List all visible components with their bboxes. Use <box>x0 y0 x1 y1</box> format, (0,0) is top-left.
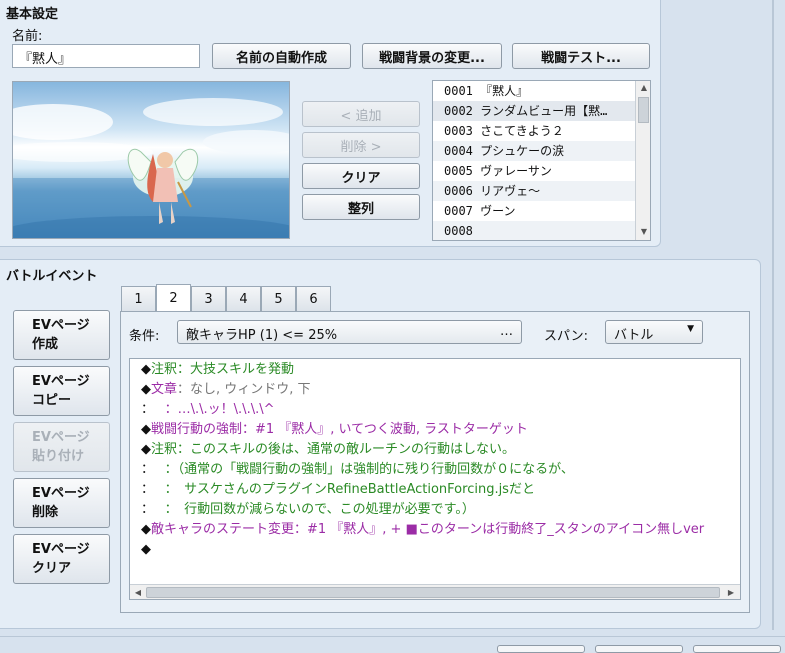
ev-page-button-line2: クリア <box>32 561 72 576</box>
battle-preview-image <box>12 81 290 239</box>
command-prefix: ◆ <box>141 422 151 437</box>
command-args: ：なし, ウィンドウ, 下 <box>177 382 311 397</box>
scroll-down-icon[interactable]: ▼ <box>636 227 650 236</box>
enemy-list-item[interactable]: 0006 リアヴェ～ <box>433 181 635 201</box>
hscroll-thumb[interactable] <box>146 587 720 598</box>
enemy-list-item[interactable]: 0002 ランダムビュー用【黙… <box>433 101 635 121</box>
tab-page-3[interactable]: 3 <box>191 286 226 311</box>
command-line[interactable]: ◆注釈：このスキルの後は、通常の敵ルーチンの行動はしない。 <box>130 440 740 460</box>
ev-page-button-line1: EVページ <box>32 486 90 501</box>
command-line[interactable]: ◆ <box>130 540 740 560</box>
command-prefix: ◆ <box>141 382 151 397</box>
tab-page-4[interactable]: 4 <box>226 286 261 311</box>
battle-scene-art <box>13 98 289 238</box>
scroll-thumb[interactable] <box>638 97 649 123</box>
ev-page-button-3[interactable]: EVページ削除 <box>13 478 110 528</box>
command-prefix: ◆ <box>141 542 151 557</box>
command-text: ：…\.\.ッ！\.\.\.\^ <box>147 402 275 417</box>
enemy-list-item[interactable]: 0005 ヴァレーサン <box>433 161 635 181</box>
command-list-hscrollbar[interactable]: ◀ ▶ <box>130 584 740 599</box>
tab-page-5[interactable]: 5 <box>261 286 296 311</box>
command-line[interactable]: ： ： サスケさんのプラグインRefineBattleActionForcing… <box>130 480 740 500</box>
ev-page-button-line1: EVページ <box>32 374 90 389</box>
ev-page-button-line1: EVページ <box>32 318 90 333</box>
command-text: ： サスケさんのプラグインRefineBattleActionForcing.j… <box>147 482 535 497</box>
tab-page-1[interactable]: 1 <box>121 286 156 311</box>
window-edge <box>772 0 774 630</box>
command-text: ：（通常の「戦闘行動の強制」は強制的に残り行動回数が０になるが、 <box>147 462 574 477</box>
scroll-up-icon[interactable]: ▲ <box>636 83 650 92</box>
add-enemy-button[interactable]: < 追加 <box>302 101 420 127</box>
command-prefix: ◆ <box>141 442 151 457</box>
ev-page-button-4[interactable]: EVページクリア <box>13 534 110 584</box>
command-text: 敵キャラのステート変更：#1 『黙人』, + ■このターンは行動終了_スタンのア… <box>151 522 705 537</box>
command-text: 注釈：このスキルの後は、通常の敵ルーチンの行動はしない。 <box>151 442 516 457</box>
tab-page-6[interactable]: 6 <box>296 286 331 311</box>
enemy-list-item[interactable]: 0008 <box>433 221 635 240</box>
bottom-button-stub-1[interactable] <box>497 645 585 653</box>
ev-page-button-2[interactable]: EVページ貼り付け <box>13 422 110 472</box>
command-line[interactable]: ◆注釈：大技スキルを発動 <box>130 360 740 380</box>
name-label: 名前: <box>12 29 43 44</box>
command-line[interactable]: ： ：…\.\.ッ！\.\.\.\^ <box>130 400 740 420</box>
span-value: バトル <box>614 328 654 343</box>
name-field[interactable]: 『黙人』 <box>12 44 200 68</box>
ev-page-button-line1: EVページ <box>32 430 90 445</box>
condition-value: 敵キャラHP (1) <= 25% <box>186 328 338 343</box>
command-line[interactable]: ◆敵キャラのステート変更：#1 『黙人』, + ■このターンは行動終了_スタンの… <box>130 520 740 540</box>
sort-button[interactable]: 整列 <box>302 194 420 220</box>
bottom-button-stub-2[interactable] <box>595 645 683 653</box>
auto-name-button[interactable]: 名前の自動作成 <box>212 43 351 69</box>
bottom-divider <box>0 636 785 637</box>
command-text: 注釈：大技スキルを発動 <box>151 362 295 377</box>
event-command-list[interactable]: ◆注釈：大技スキルを発動 ◆文章：なし, ウィンドウ, 下： ：…\.\.ッ！\.… <box>129 358 741 600</box>
scroll-left-icon[interactable]: ◀ <box>133 588 143 597</box>
page-tabs: 123456 <box>121 284 331 311</box>
battle-test-button[interactable]: 戦闘テスト... <box>512 43 650 69</box>
command-text: 文章 <box>151 382 178 397</box>
command-line[interactable]: ◆文章：なし, ウィンドウ, 下 <box>130 380 740 400</box>
enemy-list-item[interactable]: 0007 ヴーン <box>433 201 635 221</box>
span-label: スパン: <box>544 329 589 344</box>
command-text: 戦闘行動の強制：#1 『黙人』, いてつく波動, ラストターゲット <box>151 422 528 437</box>
tab-page-2[interactable]: 2 <box>156 284 191 311</box>
span-select[interactable]: バトル ▼ <box>605 320 703 344</box>
ev-page-button-line2: 作成 <box>32 337 59 352</box>
enemy-list-scrollbar[interactable]: ▲ ▼ <box>635 81 650 240</box>
ev-page-button-line2: 削除 <box>32 505 59 520</box>
basic-settings-title: 基本設定 <box>6 7 59 22</box>
ev-page-button-1[interactable]: EVページコピー <box>13 366 110 416</box>
command-text: ： 行動回数が減らないので、この処理が必要です。） <box>147 502 475 517</box>
ev-page-button-line2: 貼り付け <box>32 449 85 464</box>
enemy-list-item[interactable]: 0004 プシュケーの涙 <box>433 141 635 161</box>
command-line[interactable]: ： ： 行動回数が減らないので、この処理が必要です。） <box>130 500 740 520</box>
command-line[interactable]: ◆戦闘行動の強制：#1 『黙人』, いてつく波動, ラストターゲット <box>130 420 740 440</box>
condition-label: 条件: <box>129 329 160 344</box>
enemy-list[interactable]: 0001 『黙人』 0002 ランダムビュー用【黙… 0003 さこてきよう２ 000… <box>432 80 651 241</box>
bottom-button-stub-3[interactable] <box>693 645 781 653</box>
chevron-down-icon: ▼ <box>687 324 694 334</box>
clear-button[interactable]: クリア <box>302 163 420 189</box>
scroll-right-icon[interactable]: ▶ <box>726 588 736 597</box>
condition-more-icon[interactable]: … <box>500 324 513 339</box>
command-prefix: ◆ <box>141 522 151 537</box>
remove-enemy-button[interactable]: 削除 > <box>302 132 420 158</box>
command-prefix: ◆ <box>141 362 151 377</box>
command-line[interactable]: ： ：（通常の「戦闘行動の強制」は強制的に残り行動回数が０になるが、 <box>130 460 740 480</box>
battle-event-title: バトルイベント <box>6 269 98 284</box>
change-background-button[interactable]: 戦闘背景の変更... <box>362 43 502 69</box>
enemy-list-item[interactable]: 0003 さこてきよう２ <box>433 121 635 141</box>
ev-page-button-0[interactable]: EVページ作成 <box>13 310 110 360</box>
condition-field[interactable]: 敵キャラHP (1) <= 25% … <box>177 320 522 344</box>
enemy-list-item[interactable]: 0001 『黙人』 <box>433 81 635 101</box>
ev-page-button-line2: コピー <box>32 393 72 408</box>
ev-page-button-line1: EVページ <box>32 542 90 557</box>
